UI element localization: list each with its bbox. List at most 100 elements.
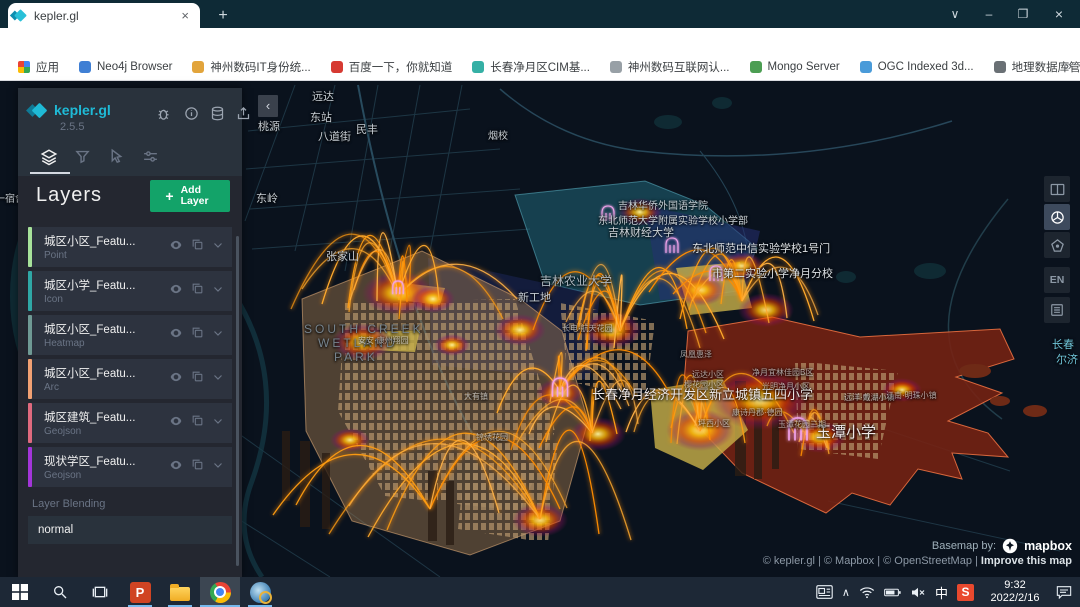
layer-duplicate-button[interactable] [191, 458, 204, 476]
layer-duplicate-button[interactable] [191, 326, 204, 344]
layer-duplicate-button[interactable] [191, 238, 204, 256]
tab-strip: kepler.gl × + ∨ – ❐ × [0, 0, 1080, 28]
panel-scrollbar[interactable] [236, 236, 239, 566]
clock-date: 2022/2/16 [983, 592, 1047, 605]
layer-expand-chevron[interactable] [212, 458, 224, 476]
map-place-label: 市第二实验小学净月分校 [712, 265, 833, 281]
bookmark-item[interactable]: 长春净月区CIM基... [464, 56, 598, 78]
window-minimize-button[interactable]: – [972, 0, 1006, 28]
wifi-icon[interactable] [859, 586, 875, 599]
share-export-icon[interactable] [236, 106, 252, 122]
powerpoint-icon: P [130, 582, 151, 603]
layer-item[interactable]: 城区小区_Featu...Arc [28, 359, 232, 399]
data-table-icon[interactable] [210, 106, 226, 122]
start-button[interactable] [0, 577, 40, 607]
taskbar-chrome[interactable] [200, 577, 240, 607]
layer-blending-select[interactable]: normal [28, 516, 232, 544]
bookmark-item[interactable]: 神州数码互联网认... [602, 56, 738, 78]
gis-app-icon [250, 582, 271, 603]
map-place-label: 净月宜林佳园B区 [752, 367, 813, 378]
layer-visibility-toggle[interactable] [169, 458, 183, 477]
kepler-favicon [14, 9, 27, 22]
taskbar-search-button[interactable] [40, 577, 80, 607]
layer-item[interactable]: 现状学区_Featu...Geojson [28, 447, 232, 487]
layer-expand-chevron[interactable] [212, 326, 224, 344]
bookmark-item[interactable]: Mongo Server [742, 58, 848, 76]
layer-duplicate-button[interactable] [191, 282, 204, 300]
layer-type: Geojson [44, 470, 169, 481]
layer-item[interactable]: 城区小区_Featu...Heatmap [28, 315, 232, 355]
map-place-label: 长春 [1052, 336, 1074, 352]
tab-interactions[interactable] [108, 148, 130, 168]
layer-expand-chevron[interactable] [212, 282, 224, 300]
layer-list: 城区小区_Featu...Point城区小学_Featu...Icon城区小区_… [28, 227, 232, 487]
news-widget-icon[interactable] [816, 585, 833, 599]
window-close-button[interactable]: × [1042, 0, 1076, 28]
layer-duplicate-button[interactable] [191, 370, 204, 388]
tray-expand-chevron[interactable]: ∧ [842, 586, 850, 599]
layer-visibility-toggle[interactable] [169, 370, 183, 389]
add-layer-label: Add Layer [181, 185, 215, 207]
ime-indicator[interactable]: 中 [935, 583, 948, 602]
tab-filters[interactable] [74, 148, 96, 168]
bookmark-item[interactable]: OGC Indexed 3d... [852, 58, 982, 76]
split-map-control[interactable] [1044, 176, 1070, 202]
draw-polygon-control[interactable] [1044, 232, 1070, 258]
attribution-links[interactable]: © kepler.gl | © Mapbox | © OpenStreetMap… [763, 555, 981, 567]
bookmark-favicon [192, 61, 204, 73]
taskbar-powerpoint[interactable]: P [120, 577, 160, 607]
info-icon[interactable] [184, 106, 200, 122]
map-place-label: 吉林农业大学 [540, 272, 612, 289]
layer-expand-chevron[interactable] [212, 370, 224, 388]
tab-close-icon[interactable]: × [178, 8, 192, 23]
layer-expand-chevron[interactable] [212, 238, 224, 256]
volume-muted-icon[interactable] [910, 586, 926, 599]
layer-item[interactable]: 城区小区_Featu...Point [28, 227, 232, 267]
taskbar-gis-app[interactable] [240, 577, 280, 607]
layer-visibility-toggle[interactable] [169, 326, 183, 345]
bookmark-item[interactable]: 百度一下，你就知道 [323, 56, 461, 78]
layer-duplicate-button[interactable] [191, 414, 204, 432]
new-tab-button[interactable]: + [212, 5, 234, 27]
tab-basemap[interactable] [142, 148, 164, 168]
map-place-label: 锦绣花园 [476, 432, 508, 443]
improve-map-link[interactable]: Improve this map [981, 555, 1072, 567]
layer-expand-chevron[interactable] [212, 414, 224, 432]
browser-toolbar: ← → ⟳ kepler.gl/demo 文 ★ ⋮ [0, 28, 1080, 54]
sidebar-collapse-button[interactable]: ‹ [258, 95, 278, 117]
layer-item[interactable]: 城区小学_Featu...Icon [28, 271, 232, 311]
layer-name: 城区小区_Featu... [44, 365, 169, 381]
map-place-label: 樱花园小区 [684, 379, 724, 390]
notification-center-icon[interactable] [1056, 585, 1072, 599]
window-menu-chevron[interactable]: ∨ [938, 0, 972, 28]
browser-tab[interactable]: kepler.gl × [8, 3, 200, 28]
layer-name: 城区小区_Featu... [44, 233, 169, 249]
layer-visibility-toggle[interactable] [169, 414, 183, 433]
battery-icon[interactable] [884, 587, 901, 598]
bookmark-item[interactable]: 神州数码IT身份统... [184, 56, 318, 78]
legend-control[interactable] [1044, 297, 1070, 323]
taskbar-file-explorer[interactable] [160, 577, 200, 607]
taskbar-clock[interactable]: 9:32 2022/2/16 [983, 579, 1047, 605]
tab-layers[interactable] [40, 148, 62, 168]
sogou-input-icon[interactable]: S [957, 584, 974, 601]
map-place-label: 张家山 [326, 248, 359, 264]
toggle-3d-control[interactable] [1044, 204, 1070, 230]
layer-visibility-toggle[interactable] [169, 282, 183, 301]
bug-report-icon[interactable] [156, 106, 172, 122]
task-view-button[interactable] [80, 577, 120, 607]
map-place-label: 吉林财经大学 [608, 224, 674, 240]
mapbox-logo-word[interactable]: mapbox [1024, 539, 1072, 553]
window-restore-button[interactable]: ❐ [1006, 0, 1040, 28]
bookmarks-overflow-chevron[interactable]: » [1065, 58, 1072, 73]
bookmark-item[interactable]: Neo4j Browser [71, 58, 180, 76]
layer-item[interactable]: 城区建筑_Featu...Geojson [28, 403, 232, 443]
bookmark-favicon [18, 61, 30, 73]
locale-control[interactable]: EN [1044, 267, 1070, 293]
add-layer-button[interactable]: + Add Layer [150, 180, 230, 212]
kepler-tab-bar [18, 144, 242, 176]
map-place-label: 尔济 [1056, 351, 1078, 367]
layer-visibility-toggle[interactable] [169, 238, 183, 257]
layers-panel-title: Layers [36, 184, 102, 207]
bookmark-item[interactable]: 应用 [10, 56, 67, 78]
